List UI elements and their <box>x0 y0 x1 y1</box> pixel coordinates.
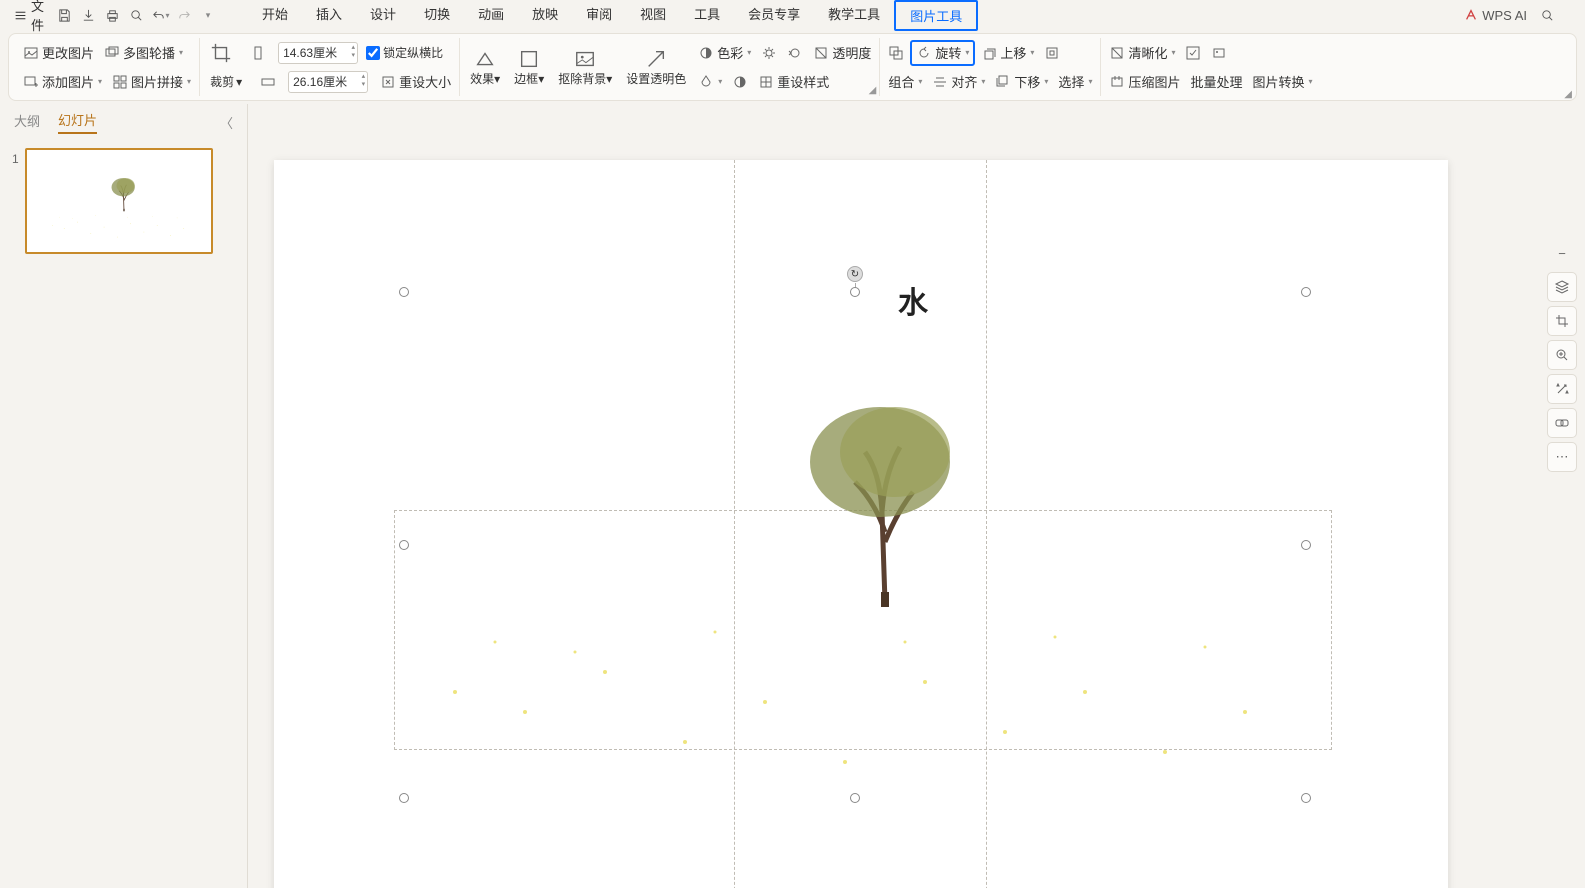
resize-handle-ne[interactable] <box>1301 287 1311 297</box>
resize-handle-n[interactable] <box>850 287 860 297</box>
file-label: 文件 <box>31 0 44 34</box>
outline-tab[interactable]: 大纲 <box>14 111 40 133</box>
width-input[interactable]: 26.16厘米▴▾ <box>288 71 368 93</box>
brightness-button[interactable] <box>757 40 781 66</box>
align-button[interactable]: 对齐▾ <box>928 69 989 95</box>
undo-icon[interactable]: ▾ <box>150 5 170 25</box>
remove-bg-button[interactable]: 抠除背景▾ <box>552 48 618 87</box>
rotate-handle[interactable]: ↻ <box>847 266 863 282</box>
tab-review[interactable]: 审阅 <box>572 0 626 31</box>
tab-design[interactable]: 设计 <box>356 0 410 31</box>
transparency-button[interactable]: 透明度 <box>809 40 875 66</box>
width-spinner[interactable]: ▴▾ <box>362 73 366 89</box>
resize-handle-se[interactable] <box>1301 793 1311 803</box>
lock-ratio-checkbox[interactable]: 锁定纵横比 <box>366 44 443 61</box>
float-layers-button[interactable] <box>1547 272 1577 302</box>
float-crop-button[interactable] <box>1547 306 1577 336</box>
image-puzzle-button[interactable]: 图片拼接▾ <box>108 69 195 95</box>
resize-handle-s[interactable] <box>850 793 860 803</box>
color-button[interactable]: 色彩▾ <box>694 40 755 66</box>
export-icon[interactable] <box>78 5 98 25</box>
resize-handle-sw[interactable] <box>399 793 409 803</box>
float-zoom-button[interactable] <box>1547 340 1577 370</box>
slide-panel: 大纲 幻灯片 〈 1 <box>0 104 248 888</box>
move-down-button[interactable]: 下移▾ <box>991 69 1052 95</box>
slide: 水 ↻ <box>274 160 1448 888</box>
collapse-panel-icon[interactable]: 〈 <box>220 113 233 132</box>
sharpen-button[interactable]: 清晰化▾ <box>1105 40 1179 66</box>
crop-shape-button[interactable] <box>204 42 238 64</box>
format-button[interactable] <box>1207 40 1231 66</box>
change-image-button[interactable]: 更改图片 <box>19 40 98 66</box>
save-icon[interactable] <box>54 5 74 25</box>
tab-view[interactable]: 视图 <box>626 0 680 31</box>
tab-animation[interactable]: 动画 <box>464 0 518 31</box>
border-button[interactable]: 边框▾ <box>508 48 550 87</box>
add-image-button[interactable]: 添加图片▾ <box>19 69 106 95</box>
slide-canvas[interactable]: 水 ↻ − ⋯ <box>248 104 1585 888</box>
recolor-button[interactable]: ▾ <box>694 69 726 95</box>
set-transparent-button[interactable]: 设置透明色 <box>620 48 692 87</box>
height-spinner[interactable]: ▴▾ <box>352 44 356 60</box>
slide-number: 1 <box>12 152 19 166</box>
wps-ai-button[interactable]: WPS AI <box>1464 8 1527 23</box>
convert-button[interactable]: 图片转换▾ <box>1248 69 1316 95</box>
selection-pane-button[interactable] <box>1040 40 1064 66</box>
rotate-view-button[interactable] <box>783 40 807 66</box>
reset-style-button[interactable]: 重设样式 <box>754 69 833 95</box>
resize-handle-w[interactable] <box>399 540 409 550</box>
check-button[interactable] <box>1181 40 1205 66</box>
float-link-button[interactable] <box>1547 408 1577 438</box>
group-button[interactable]: 组合▾ <box>884 69 926 95</box>
move-up-button[interactable]: 上移▾ <box>977 40 1038 66</box>
float-more-button[interactable]: ⋯ <box>1547 442 1577 472</box>
height-icon <box>246 40 270 66</box>
reset-size-button[interactable]: 重设大小 <box>376 69 455 95</box>
qat-more-icon[interactable]: ▾ <box>198 5 218 25</box>
print-preview-icon[interactable] <box>126 5 146 25</box>
file-menu[interactable]: 文件 <box>8 0 50 36</box>
tab-picture-tools[interactable]: 图片工具 <box>894 0 978 31</box>
multi-outline-button[interactable]: 多图轮播▾ <box>100 40 187 66</box>
batch-button[interactable]: 批量处理 <box>1186 69 1246 95</box>
compress-button[interactable]: 压缩图片 <box>1105 69 1184 95</box>
tab-home[interactable]: 开始 <box>248 0 302 31</box>
tab-tools[interactable]: 工具 <box>680 0 734 31</box>
contrast-button[interactable] <box>728 69 752 95</box>
float-collapse-button[interactable]: − <box>1547 238 1577 268</box>
resize-handle-nw[interactable] <box>399 287 409 297</box>
wps-ai-label: WPS AI <box>1482 8 1527 23</box>
tab-insert[interactable]: 插入 <box>302 0 356 31</box>
tab-teaching[interactable]: 教学工具 <box>814 0 894 31</box>
crop-button[interactable]: 裁剪▾ <box>204 73 248 90</box>
size-dialog-launcher[interactable]: ◢ <box>1564 89 1572 100</box>
tab-transition[interactable]: 切换 <box>410 0 464 31</box>
tab-member[interactable]: 会员专享 <box>734 0 814 31</box>
select-button[interactable]: 选择▾ <box>1054 69 1096 95</box>
resize-handle-e[interactable] <box>1301 540 1311 550</box>
float-magic-button[interactable] <box>1547 374 1577 404</box>
height-input[interactable]: 14.63厘米▴▾ <box>278 42 358 64</box>
effect-button[interactable]: 效果▾ <box>464 48 506 87</box>
print-icon[interactable] <box>102 5 122 25</box>
group-icon-button[interactable] <box>884 40 908 66</box>
search-icon[interactable] <box>1537 5 1557 25</box>
redo-icon[interactable] <box>174 5 194 25</box>
width-icon <box>256 69 280 95</box>
style-dialog-launcher[interactable]: ◢ <box>869 85 877 96</box>
tab-slideshow[interactable]: 放映 <box>518 0 572 31</box>
slides-tab[interactable]: 幻灯片 <box>58 110 97 134</box>
rotate-button[interactable]: 旋转▾ <box>910 40 975 66</box>
slide-thumbnail-1[interactable] <box>25 148 213 254</box>
selected-image[interactable]: ↻ <box>404 292 1306 798</box>
